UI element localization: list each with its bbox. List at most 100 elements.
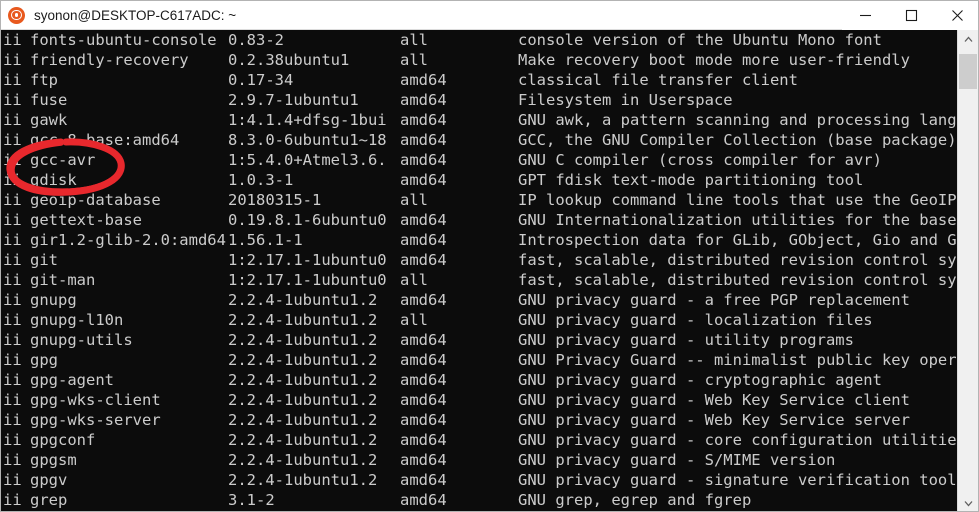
package-description: GNU privacy guard - Web Key Service serv… (518, 411, 910, 429)
close-button[interactable] (934, 1, 978, 30)
package-row: ii gawk 1:4.1.4+dfsg-1bui amd64 GNU awk, a p… (1, 110, 959, 130)
package-architecture: amd64 (400, 111, 447, 129)
package-name: friendly-recovery (30, 51, 189, 69)
package-version: 0.17-34 (228, 71, 294, 89)
package-name: gpg-agent (30, 371, 114, 389)
package-status: ii (3, 291, 22, 309)
package-status: ii (3, 151, 22, 169)
package-name: gpgsm (30, 451, 77, 469)
package-version: 2.2.4-1ubuntu1.2 (228, 391, 378, 409)
package-description: GNU privacy guard - cryptographic agent (518, 371, 882, 389)
package-version: 2.2.4-1ubuntu1.2 (228, 411, 378, 429)
package-version: 1:5.4.0+Atmel3.6. (228, 151, 387, 169)
package-status: ii (3, 311, 22, 329)
package-row: ii git 1:2.17.1-1ubuntu0 amd64 fast, scalabl… (1, 250, 959, 270)
scroll-up-button[interactable] (958, 30, 978, 49)
package-description: fast, scalable, distributed revision con… (518, 251, 959, 269)
package-row: ii gpg-wks-server 2.2.4-1ubuntu1.2 amd64 GNU… (1, 410, 959, 430)
package-name: git-man (30, 271, 96, 289)
window-title: syonon@DESKTOP-C617ADC: ~ (34, 7, 237, 23)
package-name: gcc-avr (30, 151, 96, 169)
package-description: Filesystem in Userspace (518, 91, 733, 109)
title-bar-left: syonon@DESKTOP-C617ADC: ~ (1, 6, 842, 24)
package-architecture: amd64 (400, 131, 447, 149)
terminal-output[interactable]: ii fonts-ubuntu-console 0.83-2 all console v… (1, 30, 959, 511)
package-status: ii (3, 491, 22, 509)
package-architecture: amd64 (400, 471, 447, 489)
package-version: 2.2.4-1ubuntu1.2 (228, 311, 378, 329)
package-row: ii fuse 2.9.7-1ubuntu1 amd64 Filesystem in U… (1, 90, 959, 110)
package-status: ii (3, 171, 22, 189)
package-row: ii gcc-8-base:amd64 8.3.0-6ubuntu1~18 amd64… (1, 130, 959, 150)
package-status: ii (3, 331, 22, 349)
package-row: ii gpg-wks-client 2.2.4-1ubuntu1.2 amd64 GNU… (1, 390, 959, 410)
package-row: ii gir1.2-glib-2.0:amd64 1.56.1-1 amd64 Intr… (1, 230, 959, 250)
package-architecture: all (400, 311, 428, 329)
package-row: ii git-man 1:2.17.1-1ubuntu0 all fast, scala… (1, 270, 959, 290)
maximize-button[interactable] (888, 1, 934, 30)
package-description: GNU privacy guard - core configuration u… (518, 431, 959, 449)
package-architecture: amd64 (400, 431, 447, 449)
chevron-down-icon (964, 501, 972, 507)
package-row: ii fonts-ubuntu-console 0.83-2 all console v… (1, 30, 959, 50)
package-row: ii gnupg 2.2.4-1ubuntu1.2 amd64 GNU privacy … (1, 290, 959, 310)
title-bar[interactable]: syonon@DESKTOP-C617ADC: ~ (1, 1, 978, 30)
package-status: ii (3, 451, 22, 469)
package-architecture: amd64 (400, 371, 447, 389)
scrollbar-thumb[interactable] (959, 54, 977, 89)
package-architecture: amd64 (400, 411, 447, 429)
package-status: ii (3, 431, 22, 449)
package-name: fonts-ubuntu-console (30, 31, 217, 49)
package-status: ii (3, 71, 22, 89)
package-name: git (30, 251, 58, 269)
package-row: ii gpgconf 2.2.4-1ubuntu1.2 amd64 GNU privac… (1, 430, 959, 450)
package-architecture: all (400, 31, 428, 49)
package-description: console version of the Ubuntu Mono font (518, 31, 882, 49)
package-row: ii ftp 0.17-34 amd64 classical file transfer… (1, 70, 959, 90)
package-name: gpg-wks-server (30, 411, 161, 429)
package-version: 1:2.17.1-1ubuntu0 (228, 251, 387, 269)
window-controls (842, 1, 978, 30)
package-row: ii friendly-recovery 0.2.38ubuntu1 all Make … (1, 50, 959, 70)
package-description: IP lookup command line tools that use th… (518, 191, 957, 209)
terminal-scrollbar[interactable] (957, 30, 978, 511)
package-name: fuse (30, 91, 68, 109)
package-status: ii (3, 51, 22, 69)
maximize-icon (905, 9, 917, 21)
package-name: gettext-base (30, 211, 142, 229)
package-description: GNU privacy guard - signature verificati… (518, 471, 957, 489)
package-architecture: amd64 (400, 71, 447, 89)
package-status: ii (3, 31, 22, 49)
package-architecture: amd64 (400, 451, 447, 469)
package-architecture: amd64 (400, 331, 447, 349)
package-name: gir1.2-glib-2.0:amd64 (30, 231, 226, 249)
package-description: GNU privacy guard - Web Key Service clie… (518, 391, 910, 409)
package-architecture: all (400, 271, 428, 289)
scroll-down-button[interactable] (958, 494, 978, 511)
minimize-button[interactable] (842, 1, 888, 30)
package-row: ii gpgsm 2.2.4-1ubuntu1.2 amd64 GNU privacy … (1, 450, 959, 470)
package-name: ftp (30, 71, 58, 89)
package-status: ii (3, 91, 22, 109)
package-architecture: amd64 (400, 91, 447, 109)
package-version: 2.2.4-1ubuntu1.2 (228, 371, 378, 389)
package-architecture: amd64 (400, 391, 447, 409)
package-name: grep (30, 491, 68, 509)
package-version: 2.2.4-1ubuntu1.2 (228, 431, 378, 449)
package-version: 0.19.8.1-6ubuntu0 (228, 211, 387, 229)
package-version: 20180315-1 (228, 191, 322, 209)
package-version: 1.56.1-1 (228, 231, 303, 249)
package-architecture: amd64 (400, 351, 447, 369)
package-status: ii (3, 231, 22, 249)
package-row: ii gdisk 1.0.3-1 amd64 GPT fdisk text-mode p… (1, 170, 959, 190)
package-status: ii (3, 471, 22, 489)
package-description: Make recovery boot mode more user-friend… (518, 51, 910, 69)
package-status: ii (3, 211, 22, 229)
package-status: ii (3, 271, 22, 289)
package-name: geoip-database (30, 191, 161, 209)
package-version: 2.2.4-1ubuntu1.2 (228, 351, 378, 369)
package-version: 0.2.38ubuntu1 (228, 51, 350, 69)
package-architecture: all (400, 51, 428, 69)
package-row: ii grep 3.1-2 amd64 GNU grep, egrep and fgre… (1, 490, 959, 510)
package-architecture: amd64 (400, 251, 447, 269)
